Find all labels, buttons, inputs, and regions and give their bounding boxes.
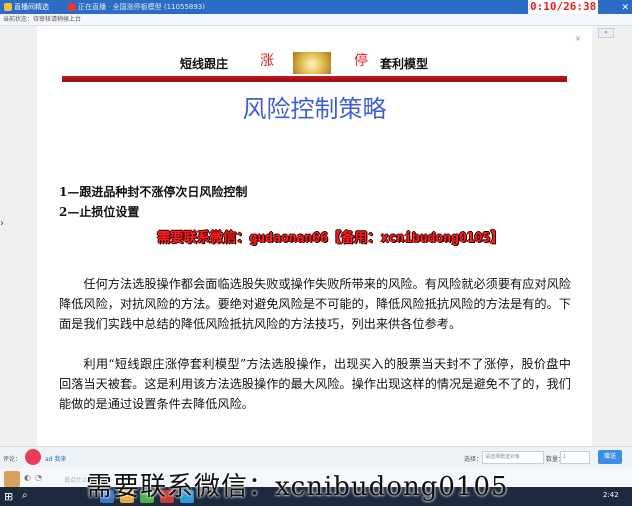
slide-header: 短线跟庄 涨 停 套利模型 — [37, 49, 592, 75]
search-icon[interactable]: ⌕ — [22, 490, 28, 501]
close-icon[interactable]: ✕ — [621, 1, 629, 15]
header-ting: 停 — [354, 53, 368, 69]
tab-live-list[interactable]: 直播间精选 — [2, 0, 49, 14]
presentation-slide: 短线跟庄 涨 停 套利模型 风险控制策略 1—跟进品种封不涨停次日风险控制 2—… — [37, 26, 592, 446]
send-gift-button[interactable]: 赠送 — [598, 450, 622, 464]
slide-title: 风险控制策略 — [242, 95, 387, 123]
status-row: 当前状态：待审核请稍候上台 — [0, 14, 632, 26]
close-icon[interactable]: × — [573, 34, 583, 44]
quantity-input[interactable]: 1 — [560, 451, 590, 464]
avatar — [4, 471, 20, 487]
tab-label: 直播间精选 — [14, 3, 49, 11]
system-clock: 2:42 — [603, 491, 619, 499]
heart-icon[interactable] — [25, 449, 41, 465]
gold-logo-icon — [293, 52, 331, 74]
list-item: 2—止损位设置 — [59, 205, 140, 219]
tab-label: 正在直播 · 全国涨停板模型 (11055893) — [78, 3, 205, 11]
app-icon — [4, 3, 12, 11]
contact-banner: 需要联系微信：gudaonan66【备用：xcnibudong0105】 — [157, 230, 504, 246]
resize-handle-icon[interactable]: › — [0, 218, 4, 229]
playback-timer: 0:10/26:38 — [528, 0, 599, 14]
windows-start-icon[interactable]: ⊞ — [4, 490, 13, 503]
toolbar-icons[interactable]: ◐◔ — [24, 473, 46, 482]
gift-target-select[interactable]: 请选择赠送对象 — [482, 451, 544, 464]
right-panel — [592, 26, 632, 446]
left-panel — [0, 26, 37, 446]
user-name[interactable]: ad 我来 — [45, 454, 66, 463]
tab-current-room[interactable]: 正在直播 · 全国涨停板模型 (11055893) — [66, 0, 205, 14]
header-zhang: 涨 — [260, 53, 274, 69]
header-right-text: 套利模型 — [380, 57, 429, 71]
header-left-text: 短线跟庄 — [180, 57, 229, 71]
paragraph: 任何方法选股操作都会面临选股失败或操作失败所带来的风险。有风险就必须要有应对风险… — [59, 277, 571, 331]
list-item: 1—跟进品种封不涨停次日风险控制 — [59, 185, 248, 199]
live-icon — [68, 3, 76, 11]
comment-label: 评论： — [3, 456, 22, 463]
collapse-button[interactable]: « — [598, 28, 614, 38]
paragraph: 利用“短线跟庄涨停套利模型”方法选股操作，出现买入的股票当天封不了涨停，股价盘中… — [59, 357, 571, 411]
status-text: 当前状态：待审核请稍候上台 — [3, 16, 82, 23]
watermark-text: 需要联系微信：xcnibudong0105 — [86, 472, 509, 502]
header-divider — [62, 76, 567, 82]
window-titlebar: 直播间精选 正在直播 · 全国涨停板模型 (11055893) 0:10/26:… — [0, 0, 632, 14]
gift-target-label: 选择： — [464, 456, 483, 463]
